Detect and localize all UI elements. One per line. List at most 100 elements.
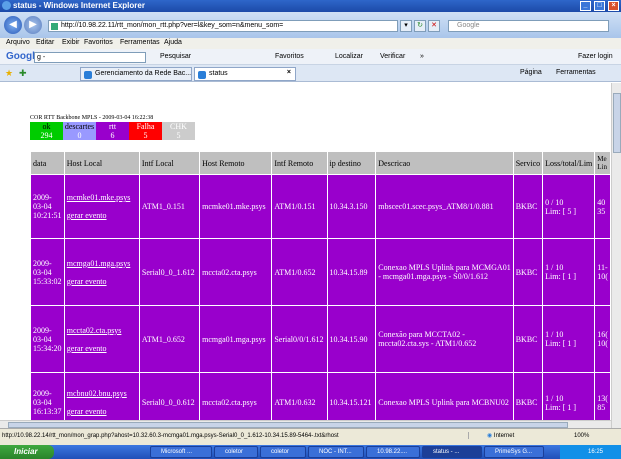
pesquisar-button[interactable]: Pesquisar — [160, 53, 191, 60]
clock: 16:25 — [560, 445, 621, 459]
summary-header-falha: Falha — [129, 122, 162, 131]
maximize-button[interactable]: □ — [594, 1, 605, 11]
localizar-button[interactable]: Localizar — [335, 53, 363, 60]
ferramentas-menu[interactable]: Ferramentas — [556, 69, 596, 76]
loss-value: 1 / 10 — [545, 393, 564, 403]
col-loss: Loss/total/Lim — [542, 151, 596, 175]
close-button[interactable]: × — [608, 1, 619, 11]
menu-bar: Arquivo Editar Exibir Favoritos Ferramen… — [0, 38, 621, 49]
loss-cell: 1 / 10 Lim: [ 1 ] — [542, 305, 596, 373]
intf-remoto-cell: ATM1/0.632 — [271, 372, 328, 420]
horizontal-scrollbar[interactable] — [0, 420, 611, 428]
menu-ferramentas[interactable]: Ferramentas — [120, 39, 160, 46]
back-button[interactable]: ◀ — [4, 16, 22, 34]
google-search-box[interactable]: g - — [34, 52, 146, 63]
summary-header-ok: ok — [30, 122, 63, 131]
host-link[interactable]: mcmke01.mke.psys — [67, 193, 131, 202]
vertical-scrollbar[interactable] — [611, 83, 621, 428]
tab-gerenciamento[interactable]: Gerenciamento da Rede Bac... — [80, 67, 192, 81]
menu-arquivo[interactable]: Arquivo — [6, 39, 30, 46]
summary-value-ok: 294 — [30, 131, 63, 140]
col-host-remoto: Host Remoto — [199, 151, 273, 175]
ie-icon — [2, 1, 11, 10]
tab-status[interactable]: status × — [194, 67, 296, 81]
start-button[interactable]: Iniciar — [0, 445, 54, 459]
taskbar-item[interactable]: Microsoft ... — [150, 446, 212, 458]
security-zone: ◉ Internet — [468, 432, 514, 439]
intf-remoto-cell: ATM1/0.151 — [271, 174, 328, 239]
host-link[interactable]: mcbnu02.bnu.psys — [67, 389, 127, 398]
host-link[interactable]: mcmga01.mga.psys — [67, 259, 131, 268]
page-content: COR RTT Backbone MPLS - 2009-03-04 16:22… — [0, 83, 611, 420]
taskbar-item[interactable]: coletor — [260, 446, 306, 458]
serv-cell: BKBC — [512, 372, 544, 420]
host-link[interactable]: mccta02.cta.psys — [67, 326, 122, 335]
gerar-evento-link[interactable]: gerar evento — [67, 277, 107, 286]
refresh-button[interactable]: ↻ — [414, 20, 426, 32]
search-input[interactable]: Google — [448, 20, 609, 32]
desc-cell: Conexao MPLS Uplink para MCMGA01 - mcmga… — [375, 238, 514, 306]
taskbar: Iniciar Microsoft ... coletor coletor NO… — [0, 445, 621, 459]
gerar-evento-link[interactable]: gerar evento — [67, 407, 107, 416]
lim-value: Lim: [ 1 ] — [545, 339, 577, 348]
favoritos-button[interactable]: Favoritos — [275, 53, 304, 60]
ip-cell: 10.34.15.121 — [326, 372, 377, 420]
table-row: 2009-03-04 16:13:37 mcbnu02.bnu.psys gerar… — [30, 372, 611, 420]
menu-exibir[interactable]: Exibir — [62, 39, 80, 46]
ip-cell: 10.34.15.89 — [326, 238, 377, 306]
summary-value-falha: 5 — [129, 131, 162, 140]
loss-cell: 0 / 10 Lim: [ 5 ] — [542, 174, 596, 239]
col-ip-destino: ip destino — [326, 151, 377, 175]
taskbar-item[interactable]: NOC - INT... — [308, 446, 364, 458]
col-intf-remoto: Intf Remoto — [271, 151, 328, 175]
taskbar-item[interactable]: coletor — [214, 446, 258, 458]
window-title: status - Windows Internet Explorer — [13, 1, 145, 10]
zoom-level[interactable]: 100% — [574, 433, 589, 439]
gerar-evento-link[interactable]: gerar evento — [67, 344, 107, 353]
col-servico: Servico — [512, 151, 544, 175]
menu-ajuda[interactable]: Ajuda — [164, 39, 182, 46]
taskbar-item[interactable]: 10.98.22.... — [366, 446, 420, 458]
close-tab-icon[interactable]: × — [287, 69, 291, 76]
forward-button[interactable]: ▶ — [24, 16, 42, 34]
menu-favoritos[interactable]: Favoritos — [84, 39, 113, 46]
minimize-button[interactable]: _ — [580, 1, 591, 11]
table-row: 2009-03-04 15:33:02 mcmga01.mga.psys gerar… — [30, 238, 611, 306]
more-button[interactable]: » — [420, 53, 424, 60]
add-favorite-icon[interactable]: ✚ — [19, 68, 27, 79]
taskbar-item[interactable]: PrimeSys G... — [484, 446, 544, 458]
loss-value: 1 / 10 — [545, 330, 564, 339]
verificar-button[interactable]: Verificar — [380, 53, 405, 60]
date-cell: 2009-03-04 15:33:02 — [30, 238, 65, 306]
date-cell: 2009-03-04 16:13:37 — [30, 372, 65, 420]
gerar-evento-link[interactable]: gerar evento — [67, 211, 107, 220]
navigation-bar: ◀ ▶ http://10.98.22.11/rtt_mon/mon_rtt.p… — [0, 12, 621, 38]
serv-cell: BKBC — [512, 305, 544, 373]
host-remoto-cell: mccta02.cta.psys — [199, 238, 273, 306]
scroll-thumb[interactable] — [613, 93, 621, 153]
stop-button[interactable]: ✕ — [428, 20, 440, 32]
globe-icon: ◉ — [487, 433, 494, 439]
host-cell: mccta02.cta.psys gerar evento — [63, 305, 140, 373]
summary-header-rtt: rtt — [96, 122, 129, 131]
login-link[interactable]: Fazer login — [578, 53, 613, 60]
host-cell: mcbnu02.bnu.psys gerar evento — [63, 372, 140, 420]
address-dropdown[interactable]: ▾ — [400, 20, 412, 32]
lim-value: Lim: [ 1 ] — [545, 402, 577, 412]
menu-editar[interactable]: Editar — [36, 39, 54, 46]
summary-value-chk: 5 — [162, 131, 195, 140]
favorites-star-icon[interactable]: ★ — [5, 68, 13, 79]
loss-cell: 1 / 10 Lim: [ 1 ] — [542, 372, 596, 420]
date-cell: 2009-03-04 15:34:20 — [30, 305, 65, 373]
summary-header-chk: CHK — [162, 122, 195, 131]
address-bar[interactable]: http://10.98.22.11/rtt_mon/mon_rtt.php?v… — [48, 20, 398, 32]
page-icon — [51, 23, 58, 30]
host-cell: mcmga01.mga.psys gerar evento — [63, 238, 140, 306]
loss-value: 1 / 10 — [545, 263, 564, 272]
taskbar-item-active[interactable]: status - ... — [422, 446, 482, 458]
ip-cell: 10.34.3.150 — [326, 174, 377, 239]
ip-cell: 10.34.15.90 — [326, 305, 377, 373]
pagina-menu[interactable]: Página — [520, 69, 542, 76]
status-bar: http://10.98.22.14/rtt_mon/mon_grap.php?… — [0, 428, 621, 445]
host-remoto-cell: mcmke01.mke.psys — [199, 174, 273, 239]
